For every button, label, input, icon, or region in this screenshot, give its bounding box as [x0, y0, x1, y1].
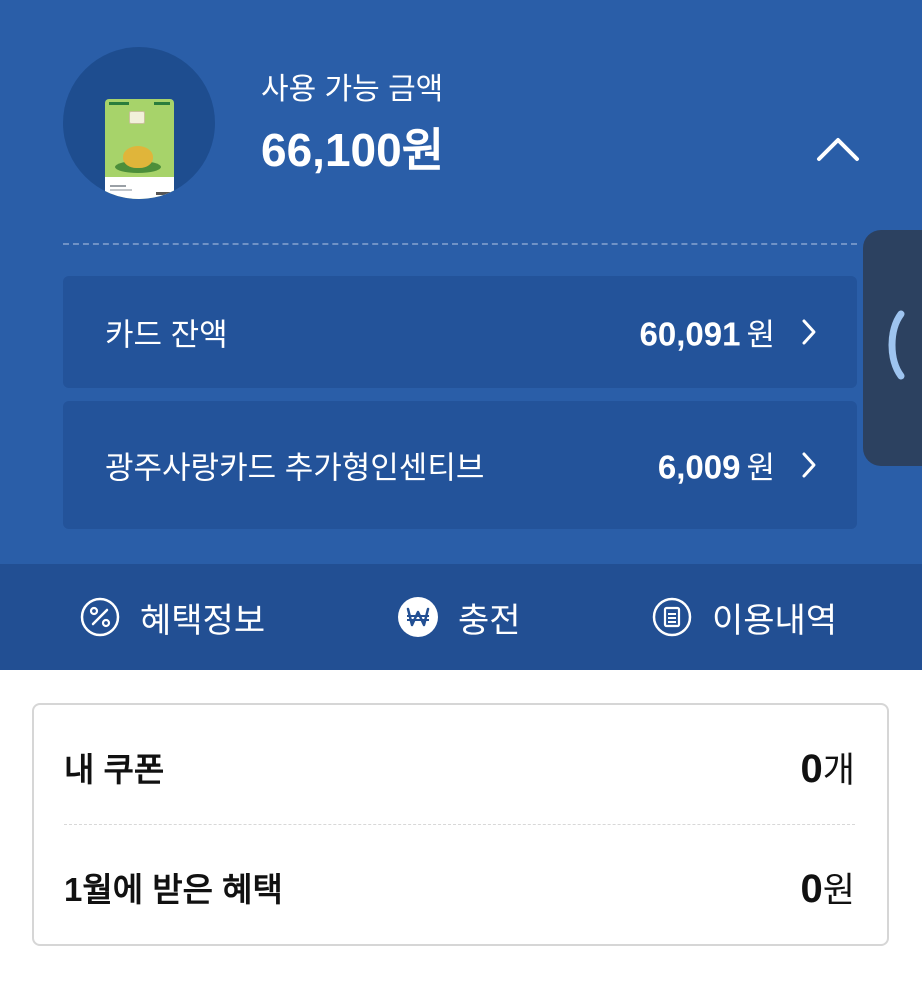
charge-button[interactable]: 충전: [398, 564, 521, 670]
incentive-balance-label: 광주사랑카드 추가형인센티브: [105, 450, 485, 486]
coupon-summary-card: 내 쿠폰 0개 1월에 받은 혜택 0원: [32, 703, 889, 946]
usage-history-label: 이용내역: [712, 601, 838, 640]
card-balance-row[interactable]: 카드 잔액 60,091 원: [63, 276, 857, 388]
won-icon: [398, 597, 438, 637]
chevron-up-icon: [817, 138, 859, 161]
benefit-info-button[interactable]: 혜택정보: [80, 564, 265, 670]
section-divider: [63, 243, 857, 245]
monthly-benefit-row[interactable]: 1월에 받은 혜택 0원: [64, 857, 855, 917]
card-balance-value: 60,091 원: [639, 315, 775, 353]
monthly-benefit-label: 1월에 받은 혜택: [64, 871, 283, 908]
incentive-balance-value: 6,009 원: [657, 448, 775, 486]
chevron-right-icon: [802, 319, 816, 345]
card-image: [105, 99, 174, 199]
card-chip-icon: [129, 111, 145, 124]
card-thumbnail[interactable]: [63, 47, 215, 199]
balance-header: 사용 가능 금액 66,100원 카드 잔액 60,091 원 광주사랑카드 추가…: [0, 0, 922, 564]
my-coupons-row[interactable]: 내 쿠폰 0개: [64, 737, 855, 797]
receipt-icon: [652, 597, 692, 637]
incentive-balance-row[interactable]: 광주사랑카드 추가형인센티브 6,009 원: [63, 401, 857, 529]
available-amount-label: 사용 가능 금액: [261, 73, 444, 106]
chevron-right-icon: [802, 452, 816, 478]
my-coupons-count: 0개: [800, 746, 855, 791]
percent-icon: [80, 597, 120, 637]
action-bar: 혜택정보 충전 이용내역: [0, 564, 922, 670]
charge-label: 충전: [458, 601, 521, 640]
my-coupons-label: 내 쿠폰: [64, 751, 165, 788]
collapse-button[interactable]: [810, 126, 866, 172]
chevron-left-icon: [888, 310, 905, 380]
card-balance-label: 카드 잔액: [105, 317, 228, 353]
benefit-info-label: 혜택정보: [140, 601, 266, 640]
available-amount-value: 66,100원: [261, 124, 445, 176]
monthly-benefit-amount: 0원: [800, 866, 855, 911]
side-panel-handle[interactable]: [863, 230, 922, 466]
card-character-illustration: [123, 146, 153, 168]
usage-history-button[interactable]: 이용내역: [652, 564, 837, 670]
summary-divider: [64, 824, 855, 825]
